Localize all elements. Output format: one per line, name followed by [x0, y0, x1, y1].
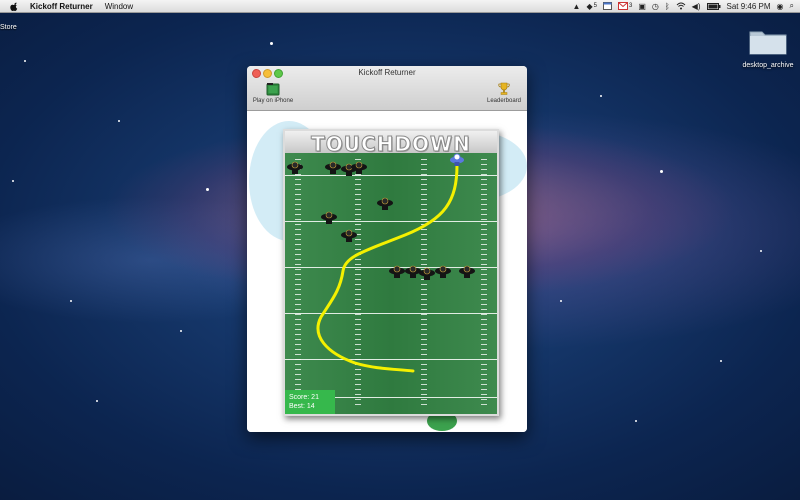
- star: [24, 60, 26, 62]
- window-title: Kickoff Returner: [358, 68, 416, 77]
- notification-count: 5: [593, 3, 597, 9]
- defender-player: [459, 265, 475, 279]
- desktop-folder[interactable]: desktop_archive: [743, 26, 793, 70]
- defender-player: [321, 211, 337, 225]
- star: [760, 250, 762, 252]
- clock-text[interactable]: Sat 9:46 PM: [727, 2, 771, 11]
- trophy-icon: [497, 82, 511, 96]
- calendar-icon[interactable]: [602, 2, 612, 10]
- menu-window[interactable]: Window: [105, 2, 133, 11]
- folder-label: desktop_archive: [742, 62, 794, 69]
- star: [660, 170, 663, 173]
- time-machine-icon[interactable]: ◷: [652, 2, 659, 11]
- star: [70, 300, 72, 302]
- star: [118, 120, 120, 122]
- defender-player: [341, 229, 357, 243]
- football-field[interactable]: TOUCHDOWN Score: 21 Best: 14: [283, 129, 499, 416]
- folder-icon: [749, 31, 787, 55]
- user-icon[interactable]: ◉: [777, 2, 784, 11]
- menu-bar: Kickoff Returner Window ▲ ◆ 5 3 ▣ ◷ ᛒ ◀) …: [0, 0, 800, 13]
- returner-player[interactable]: [449, 151, 465, 166]
- star: [720, 360, 722, 362]
- phone-icon: [266, 82, 280, 96]
- volume-icon[interactable]: ◀): [692, 2, 701, 11]
- apple-menu-icon[interactable]: [10, 1, 20, 11]
- star: [270, 42, 273, 45]
- star: [560, 300, 562, 302]
- leaderboard-label: Leaderboard: [486, 98, 522, 104]
- desktop-store-label: Store: [0, 24, 17, 31]
- defender-player: [287, 161, 303, 175]
- best-score-text: Best: 14: [289, 403, 315, 410]
- leaderboard-button[interactable]: Leaderboard: [483, 82, 525, 104]
- star: [96, 400, 98, 402]
- defender-player: [325, 161, 341, 175]
- play-on-iphone-label: Play on iPhone: [252, 98, 294, 104]
- notification-icon[interactable]: ◆ 5: [586, 2, 597, 11]
- star: [12, 180, 14, 182]
- app-window: Kickoff Returner Play on iPhone Leaderbo…: [247, 66, 527, 432]
- defender-player: [435, 265, 451, 279]
- game-area[interactable]: TOUCHDOWN Score: 21 Best: 14: [247, 111, 527, 432]
- bluetooth-icon[interactable]: ᛒ: [665, 2, 670, 11]
- star: [180, 330, 182, 332]
- defender-player: [389, 265, 405, 279]
- dropbox-icon[interactable]: ▲: [573, 2, 581, 11]
- star: [206, 188, 209, 191]
- score-text: Score: 21: [289, 394, 319, 401]
- gmail-icon[interactable]: 3: [617, 2, 633, 10]
- menu-app-name[interactable]: Kickoff Returner: [30, 2, 93, 11]
- clipboard-icon[interactable]: ▣: [638, 2, 646, 11]
- battery-icon[interactable]: [706, 2, 721, 10]
- defender-player: [419, 267, 435, 281]
- window-titlebar[interactable]: Kickoff Returner Play on iPhone Leaderbo…: [247, 66, 527, 111]
- menu-extras: ▲ ◆ 5 3 ▣ ◷ ᛒ ◀) Sat 9:46 PM ◉ ⌕: [573, 0, 794, 12]
- defender-player: [351, 161, 367, 175]
- defender-player: [377, 197, 393, 211]
- star: [600, 95, 602, 97]
- wifi-icon[interactable]: [676, 2, 686, 10]
- spotlight-icon[interactable]: ⌕: [790, 1, 794, 11]
- star: [635, 420, 637, 422]
- score-panel: Score: 21 Best: 14: [285, 390, 335, 414]
- play-on-iphone-button[interactable]: Play on iPhone: [250, 82, 296, 104]
- mail-count: 3: [628, 3, 633, 9]
